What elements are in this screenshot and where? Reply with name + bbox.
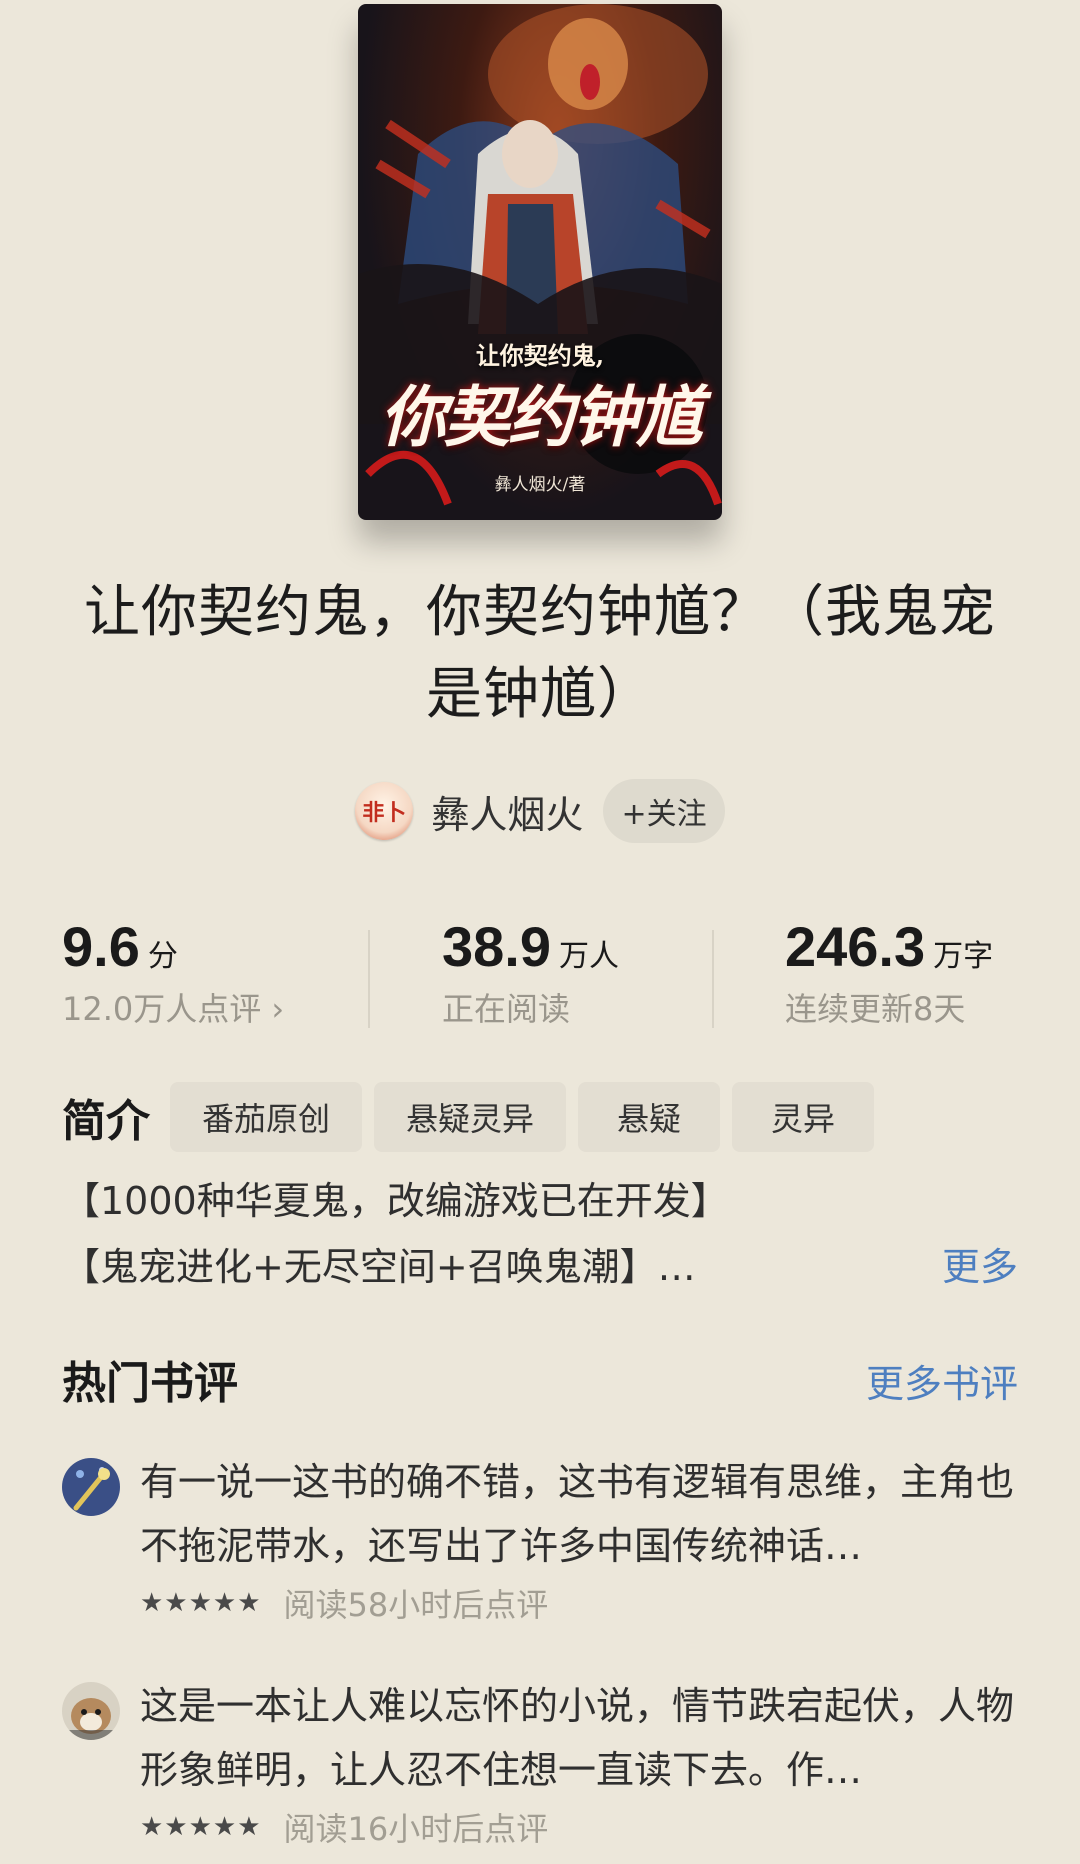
review-item[interactable]: 这是一本让人难以忘怀的小说，情节跌宕起伏，人物形象鲜明，让人忍不住想一直读下去。… xyxy=(62,1682,1018,1864)
tag-chip[interactable]: 悬疑 xyxy=(578,1082,720,1152)
intro-label: 简介 xyxy=(62,1096,150,1147)
review-time: 阅读16小时后点评 xyxy=(283,1810,549,1848)
intro-line: 【鬼宠进化+无尽空间+召唤鬼潮】… xyxy=(62,1245,696,1289)
words-value: 246.3 xyxy=(785,915,926,978)
book-title: 让你契约鬼，你契约钟馗？（我鬼宠是钟馗） xyxy=(84,580,996,727)
author-name[interactable]: 彝人烟火 xyxy=(431,784,583,839)
review-item[interactable]: 有一说一这书的确不错，这书有逻辑有思维，主角也不拖泥带水，还写出了许多中国传统神… xyxy=(62,1458,1018,1628)
star-rating: ★★★★★ xyxy=(140,1588,262,1618)
book-cover[interactable]: 让你契约鬼, 你契约钟馗 彝人烟火/著 xyxy=(358,4,722,520)
follow-button[interactable]: +关注 xyxy=(603,779,725,843)
reviewer-avatar[interactable] xyxy=(62,1458,120,1516)
author-row: 非卜 彝人烟火 +关注 xyxy=(0,778,1080,844)
score-value: 9.6 xyxy=(62,915,140,978)
star-rating: ★★★★★ xyxy=(140,1812,262,1842)
readers-label: 正在阅读 xyxy=(442,990,571,1028)
review-text: 这是一本让人难以忘怀的小说，情节跌宕起伏，人物形象鲜明，让人忍不住想一直读下去。… xyxy=(140,1684,1015,1792)
score-unit: 分 xyxy=(147,939,178,974)
intro-line: 【1000种华夏鬼，改编游戏已在开发】 xyxy=(62,1179,729,1223)
stat-divider xyxy=(712,930,714,1028)
author-avatar[interactable]: 非卜 xyxy=(355,782,414,840)
review-time: 阅读58小时后点评 xyxy=(283,1586,549,1624)
tag-chip[interactable]: 番茄原创 xyxy=(170,1082,362,1152)
author-avatar-text: 非卜 xyxy=(362,800,407,826)
stat-words: 246.3 万字 连续更新8天 xyxy=(785,912,993,1034)
cover-title: 你契约钟馗 xyxy=(380,378,702,456)
reviewer-avatar-art xyxy=(62,1682,120,1740)
update-streak: 连续更新8天 xyxy=(785,990,966,1028)
stat-score[interactable]: 9.6 分 12.0万人点评 › xyxy=(62,912,284,1034)
review-count: 12.0万人点评 › xyxy=(62,990,285,1028)
reviewer-avatar[interactable] xyxy=(62,1682,120,1740)
more-reviews-link[interactable]: 更多书评 xyxy=(866,1354,1018,1414)
cover-author: 彝人烟火/著 xyxy=(494,475,586,495)
words-unit: 万字 xyxy=(933,939,994,974)
review-text: 有一说一这书的确不错，这书有逻辑有思维，主角也不拖泥带水，还写出了许多中国传统神… xyxy=(140,1460,1015,1568)
readers-unit: 万人 xyxy=(559,939,619,974)
intro-row: 简介 番茄原创 悬疑灵异 悬疑 灵异 xyxy=(62,1082,886,1152)
tag-chip[interactable]: 悬疑灵异 xyxy=(374,1082,566,1152)
reviewer-avatar-art xyxy=(62,1458,120,1516)
reviews-header: 热门书评 更多书评 xyxy=(62,1354,1018,1414)
book-stats: 9.6 分 12.0万人点评 › 38.9 万人 正在阅读 246.3 万字 连续更新… xyxy=(0,912,1080,1032)
reviews-title: 热门书评 xyxy=(62,1358,238,1409)
intro-more-link[interactable]: 更多 xyxy=(942,1234,1018,1300)
stat-divider xyxy=(368,930,370,1028)
tag-chip[interactable]: 灵异 xyxy=(732,1082,874,1152)
intro-text[interactable]: 【1000种华夏鬼，改编游戏已在开发】 【鬼宠进化+无尽空间+召唤鬼潮】… xyxy=(62,1168,1018,1300)
cover-image: 让你契约鬼, 你契约钟馗 彝人烟火/著 xyxy=(358,4,722,520)
stat-readers: 38.9 万人 正在阅读 xyxy=(442,912,619,1034)
readers-value: 38.9 xyxy=(442,915,551,978)
